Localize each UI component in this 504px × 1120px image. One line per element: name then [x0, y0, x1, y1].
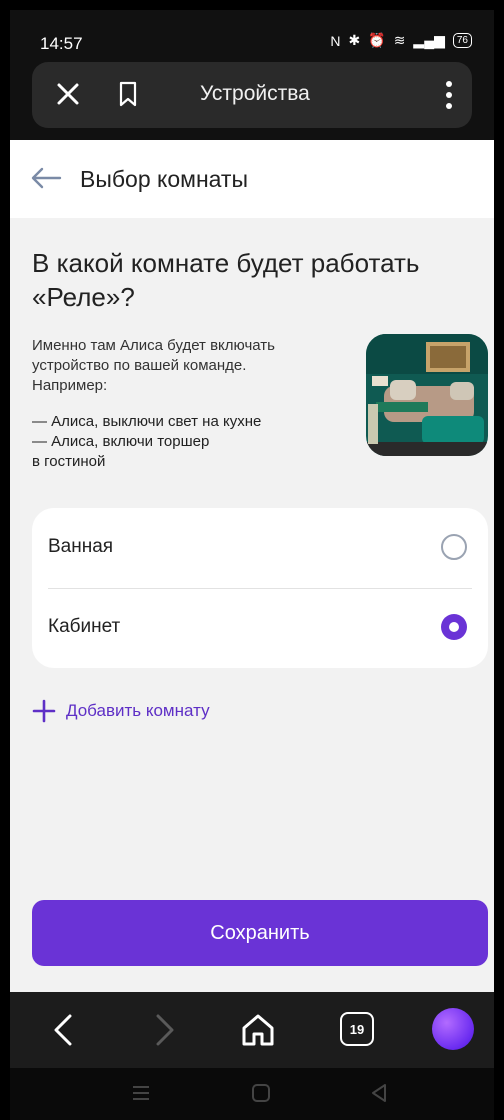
tabs-count-button[interactable]: 19 [340, 1012, 374, 1046]
status-icons: N ✱ ⏰ ≋ ▂▄▆ 76 [330, 32, 472, 49]
room-label: Кабинет [48, 616, 121, 637]
wifi-icon: ≋ [393, 32, 406, 48]
description-line: устройство по вашей команде. [32, 357, 247, 374]
status-time: 14:57 [40, 34, 83, 53]
add-room-label: Добавить комнату [66, 701, 210, 720]
status-bar: 14:57 N ✱ ⏰ ≋ ▂▄▆ 76 [10, 10, 494, 62]
question-heading: В какой комнате будет работать «Реле»? [32, 248, 420, 312]
back-icon[interactable] [44, 1010, 84, 1050]
add-room-button[interactable]: Добавить комнату [32, 696, 210, 726]
signal-icon: ▂▄▆ [413, 32, 445, 48]
radio-unchecked-icon[interactable] [440, 533, 468, 561]
home-icon[interactable] [238, 1010, 278, 1050]
radio-checked-icon[interactable] [440, 613, 468, 641]
back-arrow-icon[interactable] [30, 166, 62, 190]
system-back-icon[interactable] [368, 1082, 390, 1104]
system-home-icon[interactable] [250, 1082, 272, 1104]
forward-icon[interactable] [144, 1010, 184, 1050]
battery-icon: 76 [452, 33, 472, 48]
room-option-bathroom[interactable]: Ванная [32, 508, 488, 588]
example-line: в гостиной [32, 453, 106, 470]
alarm-icon: ⏰ [368, 32, 386, 48]
examples-text: — Алиса, выключи свет на кухне — Алиса, … [32, 412, 332, 472]
phone-screen: 14:57 N ✱ ⏰ ≋ ▂▄▆ 76 Устройства Выбор ко… [10, 10, 494, 1120]
nfc-icon: N [330, 32, 341, 49]
description-line: Именно там Алиса будет включать [32, 337, 275, 354]
recent-apps-icon[interactable] [130, 1082, 152, 1104]
page-content: Выбор комнаты В какой комнате будет рабо… [10, 140, 494, 992]
more-menu-icon[interactable] [436, 76, 462, 114]
system-nav-bar [10, 1068, 494, 1120]
example-line: — Алиса, включи торшер [32, 433, 210, 450]
close-icon[interactable] [50, 76, 86, 112]
page-header: Выбор комнаты [10, 140, 494, 218]
bookmark-icon[interactable] [110, 76, 146, 112]
description-line: Например: [32, 377, 108, 394]
room-option-study[interactable]: Кабинет [32, 588, 488, 668]
rooms-list: Ванная Кабинет [32, 508, 488, 668]
browser-bottom-nav: 19 [10, 992, 494, 1068]
save-button[interactable]: Сохранить [32, 900, 488, 966]
description-text: Именно там Алиса будет включать устройст… [32, 336, 332, 396]
page-title: Выбор комнаты [80, 166, 248, 192]
browser-toolbar: Устройства [32, 62, 472, 128]
room-label: Ванная [48, 536, 114, 557]
plus-icon [32, 699, 56, 723]
browser-title: Устройства [200, 82, 310, 105]
room-illustration [366, 334, 488, 456]
bluetooth-icon: ✱ [348, 32, 361, 48]
alice-assistant-icon[interactable] [432, 1008, 474, 1050]
example-line: — Алиса, выключи свет на кухне [32, 413, 262, 430]
